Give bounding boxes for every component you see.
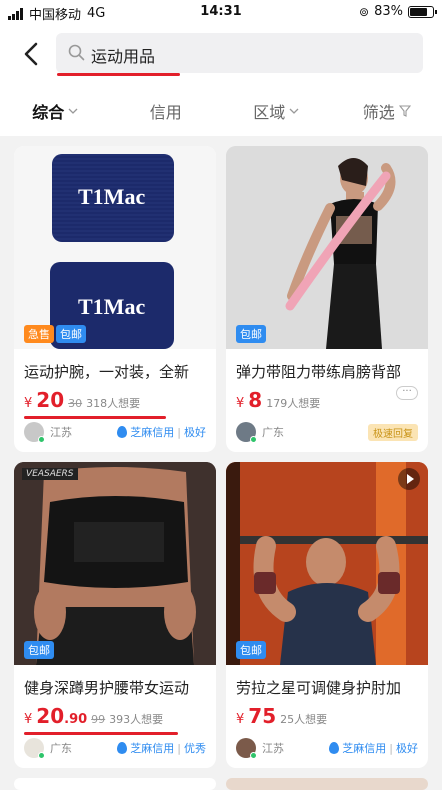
credit-level: 极好 (184, 424, 206, 440)
currency-symbol: ¥ (236, 712, 244, 727)
seller-location: 江苏 (50, 424, 72, 440)
filter-bar: 综合 信用 区域 筛选 (0, 86, 442, 136)
orientation-lock-icon: ⊚ (359, 5, 369, 19)
listing-card[interactable]: 包邮 弹力带阻力带练肩膀背部 ¥ 8 179人想要 ··· 广东 极速回复 (226, 146, 428, 452)
product-image-elbow-sleeves: 包邮 (226, 462, 428, 665)
search-header: 运动用品 (0, 24, 442, 86)
avatar[interactable] (24, 422, 44, 442)
original-price: 99 (91, 713, 105, 726)
price: 20 (36, 388, 64, 412)
annotation-underline (24, 732, 178, 735)
filter-icon (399, 105, 411, 117)
filter-label: 区域 (253, 99, 285, 123)
seller-row: 广东 极速回复 (236, 422, 418, 442)
want-count: 25人想要 (280, 711, 327, 727)
tag-urgent: 急售 (24, 325, 54, 343)
seller-row: 广东 芝麻信用 | 优秀 (24, 738, 206, 758)
wristband-logo: T1Mac (78, 184, 145, 210)
credit-level: 优秀 (184, 740, 206, 756)
listing-card[interactable] (226, 778, 428, 790)
annotation-underline (57, 73, 180, 76)
sesame-credit-icon (329, 742, 339, 754)
currency-symbol: ¥ (24, 712, 32, 727)
product-image-resistance-band: 包邮 (226, 146, 428, 349)
filter-comprehensive[interactable]: 综合 (0, 99, 111, 123)
filter-label: 信用 (150, 99, 182, 123)
tag-free-shipping: 包邮 (236, 641, 266, 659)
listing-card[interactable]: VEASAERS 包邮 健身深蹲男护腰带女运动 ¥ 20 .90 99 393人… (14, 462, 216, 768)
search-input[interactable]: 运动用品 (56, 33, 423, 73)
seller-location: 广东 (262, 424, 284, 440)
battery-icon (408, 6, 434, 18)
avatar[interactable] (236, 422, 256, 442)
currency-symbol: ¥ (24, 396, 32, 411)
price-decimal: .90 (64, 712, 87, 727)
credit-level: 极好 (396, 740, 418, 756)
tag-free-shipping: 包邮 (24, 641, 54, 659)
listing-card[interactable]: T1Mac T1Mac 急售 包邮 运动护腕，一对装，全新 ¥ 20 30 31… (14, 146, 216, 452)
back-button[interactable] (18, 38, 46, 70)
avatar[interactable] (236, 738, 256, 758)
want-count: 393人想要 (109, 711, 163, 727)
listing-title: 劳拉之星可调健身护肘加 (226, 665, 428, 698)
chevron-down-icon (68, 107, 78, 115)
want-count: 179人想要 (266, 395, 320, 411)
battery-percent: 83% (374, 4, 403, 19)
sesame-credit-icon (117, 742, 127, 754)
avatar[interactable] (24, 738, 44, 758)
filter-credit[interactable]: 信用 (111, 99, 222, 123)
tag-free-shipping: 包邮 (236, 325, 266, 343)
more-options-button[interactable]: ··· (396, 386, 418, 400)
chevron-down-icon (289, 107, 299, 115)
search-query: 运动用品 (91, 43, 155, 67)
price-row: ¥ 75 25人想要 (226, 698, 428, 728)
original-price: 30 (68, 397, 82, 410)
credit-label: 芝麻信用 (130, 424, 174, 440)
listing-title: 健身深蹲男护腰带女运动 (14, 665, 216, 698)
price: 8 (248, 388, 262, 412)
wristband-logo: T1Mac (78, 294, 145, 320)
filter-label: 综合 (32, 99, 64, 123)
fast-reply-badge: 极速回复 (368, 424, 418, 441)
credit-badge: 芝麻信用 | 极好 (329, 740, 418, 756)
annotation-underline (24, 416, 166, 419)
credit-label: 芝麻信用 (342, 740, 386, 756)
sesame-credit-icon (117, 426, 127, 438)
search-icon (68, 44, 85, 61)
back-arrow-icon (18, 38, 46, 70)
credit-badge: 芝麻信用 | 极好 (117, 424, 206, 440)
want-count: 318人想要 (86, 395, 140, 411)
tag-free-shipping: 包邮 (56, 325, 86, 343)
seller-location: 广东 (50, 740, 72, 756)
product-image-waist-belt: VEASAERS 包邮 (14, 462, 216, 665)
seller-location: 江苏 (262, 740, 284, 756)
filter-label: 筛选 (363, 99, 395, 123)
listing-card[interactable]: 包邮 劳拉之星可调健身护肘加 ¥ 75 25人想要 江苏 芝麻信用 | 极好 (226, 462, 428, 768)
listing-card[interactable] (14, 778, 216, 790)
status-bar: 中国移动 4G 14:31 ⊚ 83% (0, 0, 442, 24)
seller-row: 江苏 芝麻信用 | 极好 (236, 738, 418, 758)
price: 20 (36, 704, 64, 728)
price: 75 (248, 704, 276, 728)
filter-more[interactable]: 筛选 (332, 99, 442, 123)
brand-logo-label: VEASAERS (22, 468, 78, 480)
currency-symbol: ¥ (236, 396, 244, 411)
price-row: ¥ 20 30 318人想要 (14, 382, 216, 412)
listing-title: 弹力带阻力带练肩膀背部 (226, 349, 428, 382)
filter-region[interactable]: 区域 (221, 99, 332, 123)
product-image-wristbands: T1Mac T1Mac 急售 包邮 (14, 146, 216, 349)
listing-title: 运动护腕，一对装，全新 (14, 349, 216, 382)
seller-row: 江苏 芝麻信用 | 极好 (24, 422, 206, 442)
credit-badge: 芝麻信用 | 优秀 (117, 740, 206, 756)
video-play-icon[interactable] (398, 468, 420, 490)
credit-label: 芝麻信用 (130, 740, 174, 756)
price-row: ¥ 20 .90 99 393人想要 (14, 698, 216, 728)
